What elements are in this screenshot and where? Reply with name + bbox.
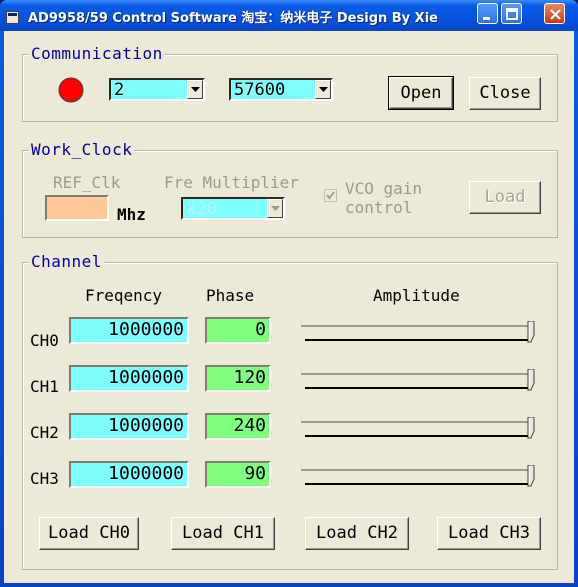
port-value: 2 — [114, 80, 125, 100]
close-button[interactable]: Close — [469, 77, 541, 110]
load-ch3-button[interactable]: Load CH3 — [437, 517, 541, 550]
channel-group: Channel Freqency Phase Amplitude CH0 100… — [22, 252, 558, 570]
connection-status-led — [58, 77, 84, 107]
communication-legend: Communication — [29, 44, 165, 63]
load-ch2-button[interactable]: Load CH2 — [305, 517, 409, 550]
load-clock-button[interactable]: Load — [469, 181, 541, 214]
baud-value: 57600 — [234, 80, 286, 100]
fre-multiplier-label: Fre Multiplier — [164, 173, 299, 192]
load-ch1-button[interactable]: Load CH1 — [171, 517, 275, 550]
ref-clk-label: REF_Clk — [53, 173, 121, 192]
ch3-phase-input[interactable]: 90 — [205, 461, 271, 488]
multiplier-select[interactable]: X20 — [181, 197, 285, 220]
load-ch0-button[interactable]: Load CH0 — [39, 517, 139, 550]
channel-label-ch2: CH2 — [30, 423, 59, 442]
channel-label-ch3: CH3 — [30, 469, 59, 488]
channel-label-ch0: CH0 — [30, 331, 59, 350]
frequency-header: Freqency — [85, 286, 163, 305]
ch2-phase-input[interactable]: 240 — [205, 413, 271, 440]
vco-gain-checkbox[interactable] — [324, 189, 337, 202]
ch3-amplitude-slider[interactable] — [301, 465, 535, 489]
close-window-button[interactable] — [544, 3, 565, 24]
slider-thumb[interactable] — [527, 321, 535, 343]
vco-label-line2: control — [345, 198, 413, 217]
ch1-frequency-input[interactable]: 1000000 — [69, 365, 189, 392]
ch2-amplitude-slider[interactable] — [301, 417, 535, 441]
app-icon[interactable] — [6, 9, 19, 24]
phase-header: Phase — [206, 286, 255, 305]
ch0-amplitude-slider[interactable] — [301, 321, 535, 345]
chevron-down-icon[interactable] — [267, 199, 283, 218]
open-button[interactable]: Open — [388, 76, 454, 110]
window-title: AD9958/59 Control Software 淘宝：纳米电子 Desig… — [28, 11, 438, 26]
ch1-phase-input[interactable]: 120 — [205, 365, 271, 392]
multiplier-value: X20 — [186, 199, 217, 219]
ch2-frequency-input[interactable]: 1000000 — [69, 413, 189, 440]
ch0-phase-input[interactable]: 0 — [205, 317, 271, 344]
minimize-button[interactable] — [477, 3, 498, 24]
title-bar[interactable]: AD9958/59 Control Software 淘宝：纳米电子 Desig… — [0, 0, 578, 31]
amplitude-header: Amplitude — [373, 286, 460, 305]
work-clock-legend: Work_Clock — [29, 140, 135, 159]
ch0-frequency-input[interactable]: 1000000 — [69, 317, 189, 344]
ch3-frequency-input[interactable]: 1000000 — [69, 461, 189, 488]
ref-clk-input[interactable]: 25 — [45, 195, 109, 221]
slider-thumb[interactable] — [527, 417, 535, 439]
app-window: AD9958/59 Control Software 淘宝：纳米电子 Desig… — [0, 0, 578, 587]
port-select[interactable]: 2 — [109, 78, 205, 101]
chevron-down-icon[interactable] — [187, 80, 203, 99]
communication-group: Communication 2 57600 Open Close — [22, 44, 558, 122]
client-area: Communication 2 57600 Open Close Work_Cl… — [4, 31, 574, 583]
channel-legend: Channel — [29, 252, 104, 271]
chevron-down-icon[interactable] — [315, 80, 331, 99]
ch1-amplitude-slider[interactable] — [301, 369, 535, 393]
slider-thumb[interactable] — [527, 465, 535, 487]
baud-select[interactable]: 57600 — [229, 78, 333, 101]
work-clock-group: Work_Clock REF_Clk 25 Mhz Fre Multiplier… — [22, 140, 558, 238]
slider-thumb[interactable] — [527, 369, 535, 391]
mhz-unit-label: Mhz — [117, 205, 146, 224]
maximize-button[interactable] — [501, 3, 522, 24]
channel-label-ch1: CH1 — [30, 377, 59, 396]
vco-label-line1: VCO gain — [345, 179, 423, 198]
